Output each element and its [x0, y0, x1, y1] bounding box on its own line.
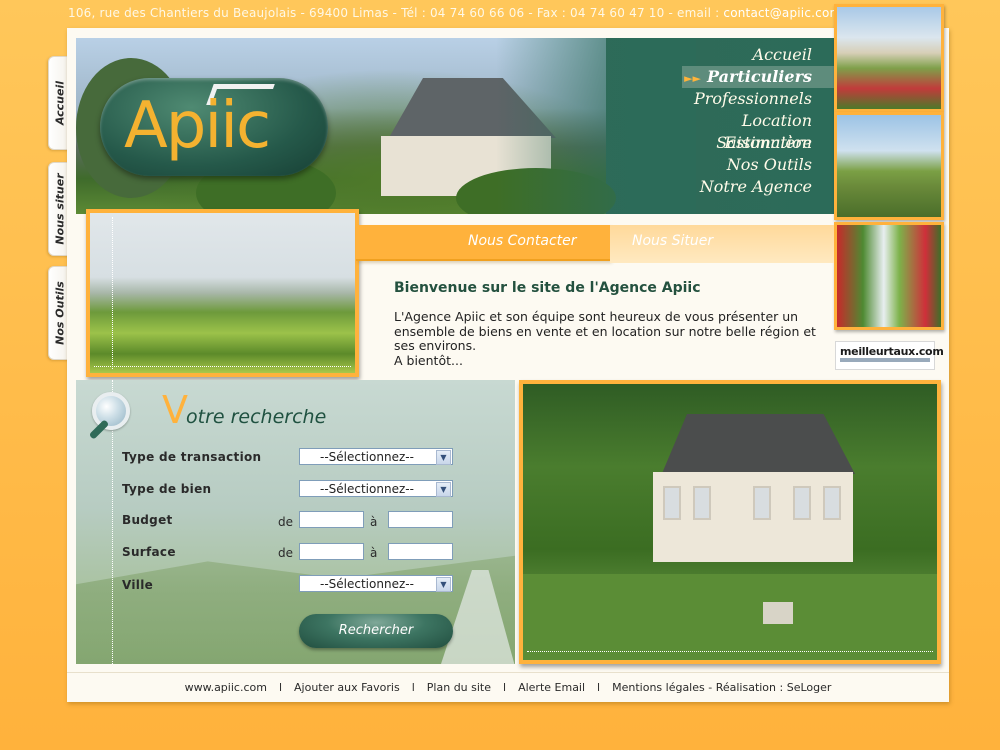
select-value: --Sélectionnez--	[320, 450, 414, 464]
thumbnail-garden-photo[interactable]	[834, 222, 944, 330]
select-value: --Sélectionnez--	[320, 482, 414, 496]
bien-label: Type de bien	[122, 482, 212, 496]
thumbnail-hotel-photo[interactable]	[834, 4, 944, 112]
play-arrow-icon: ►►	[684, 72, 701, 85]
side-tab-label: Accueil	[53, 80, 67, 126]
logo-text: Apiic	[124, 89, 271, 163]
side-tab-label: Nous situer	[53, 173, 67, 245]
house-window	[693, 486, 711, 520]
house-window	[663, 486, 681, 520]
footer-separator: l	[278, 681, 283, 694]
nav-accueil[interactable]: Accueil	[654, 44, 834, 66]
chevron-down-icon: ▼	[436, 577, 451, 592]
welcome-paragraph: L'Agence Apiic et son équipe sont heureu…	[394, 309, 816, 353]
house-photo	[519, 380, 941, 664]
budget-max-input[interactable]	[388, 511, 453, 528]
search-title-initial: V	[162, 388, 188, 432]
footer-link-favoris[interactable]: Ajouter aux Favoris	[294, 681, 400, 694]
landscape-photo	[86, 209, 359, 377]
budget-label: Budget	[122, 513, 173, 527]
nav-estimation[interactable]: Estimation	[654, 132, 834, 154]
transaction-select[interactable]: --Sélectionnez-- ▼	[299, 448, 453, 465]
banner-brand: meilleurtaux.com	[840, 345, 944, 358]
budget-a-label: à	[370, 515, 378, 529]
chevron-down-icon: ▼	[436, 450, 451, 465]
house-window	[753, 486, 771, 520]
side-tab-label: Nos Outils	[53, 281, 67, 345]
nav-notre-agence[interactable]: Notre Agence	[654, 176, 834, 198]
footer-link-mentions[interactable]: Mentions légales - Réalisation : SeLoger	[612, 681, 831, 694]
photo-dotted-line	[94, 366, 351, 367]
welcome-sign: A bientôt...	[394, 352, 463, 368]
budget-min-input[interactable]	[299, 511, 364, 528]
footer-link-plan[interactable]: Plan du site	[427, 681, 491, 694]
surface-max-input[interactable]	[388, 543, 453, 560]
house-window	[793, 486, 811, 520]
photo-dotted-line	[527, 651, 933, 652]
welcome-title: Bienvenue sur le site de l'Agence Apiic	[394, 280, 701, 296]
main-nav: Accueil ►► Particuliers Professionnels Lo…	[654, 44, 834, 198]
rechercher-button[interactable]: Rechercher	[299, 614, 453, 648]
surface-de-label: de	[278, 546, 293, 560]
bien-select[interactable]: --Sélectionnez-- ▼	[299, 480, 453, 497]
nav-nos-outils[interactable]: Nos Outils	[654, 154, 834, 176]
surface-a-label: à	[370, 546, 378, 560]
search-title-rest: otre recherche	[186, 406, 327, 428]
house-window	[823, 486, 841, 520]
footer-separator: l	[597, 681, 601, 694]
ville-label: Ville	[122, 578, 154, 592]
footer-separator: l	[503, 681, 507, 694]
search-panel: Votre recherche Type de transaction --Sé…	[76, 380, 515, 664]
surface-min-input[interactable]	[299, 543, 364, 560]
nav-location-saisonniere[interactable]: Location Saisonnière	[654, 110, 834, 152]
chevron-down-icon: ▼	[436, 482, 451, 497]
footer-separator: l	[411, 681, 415, 694]
nav-particuliers[interactable]: ►► Particuliers	[682, 66, 834, 88]
footer: www.apiic.com l Ajouter aux Favoris l Plan d…	[67, 672, 949, 703]
photo-dotted-line	[112, 217, 113, 369]
contact-info-bar: 106, rue des Chantiers du Beaujolais - 6…	[68, 6, 841, 22]
house-stone	[763, 602, 793, 624]
apiic-logo[interactable]: Apiic	[100, 78, 328, 176]
banner-subline	[840, 358, 930, 362]
tab-label: Nous Situer	[632, 233, 714, 249]
address-text: 106, rue des Chantiers du Beaujolais - 6…	[68, 6, 724, 20]
nav-label: Particuliers	[706, 67, 812, 86]
nav-professionnels[interactable]: Professionnels	[654, 88, 834, 110]
surface-label: Surface	[122, 545, 176, 559]
transaction-label: Type de transaction	[122, 450, 262, 464]
email-link[interactable]: contact@apiic.com	[723, 6, 841, 20]
tab-label: Nous Contacter	[468, 233, 577, 249]
select-value: --Sélectionnez--	[320, 577, 414, 591]
welcome-text: L'Agence Apiic et son équipe sont heureu…	[394, 309, 834, 368]
ville-select[interactable]: --Sélectionnez-- ▼	[299, 575, 453, 592]
footer-link-alerte[interactable]: Alerte Email	[518, 681, 585, 694]
footer-link-site[interactable]: www.apiic.com	[185, 681, 267, 694]
meilleurtaux-banner[interactable]: meilleurtaux.com	[835, 341, 944, 370]
budget-de-label: de	[278, 515, 293, 529]
thumbnail-church-photo[interactable]	[834, 112, 944, 220]
house-roof	[661, 414, 855, 474]
search-title: Votre recherche	[162, 388, 326, 432]
tab-nous-contacter[interactable]: Nous Contacter	[356, 225, 610, 261]
tab-nous-situer[interactable]: Nous Situer	[610, 225, 834, 263]
